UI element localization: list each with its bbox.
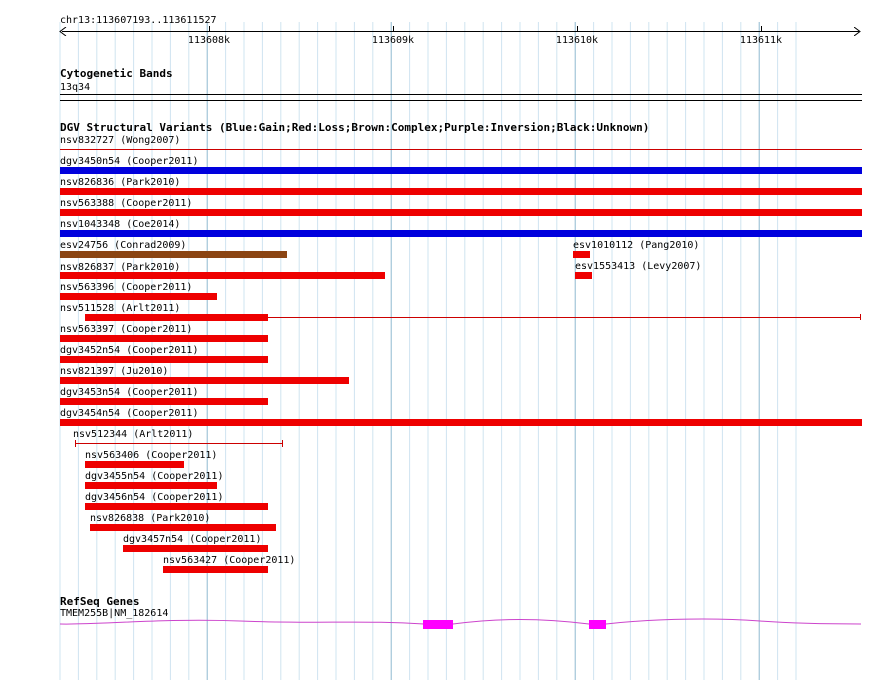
variant-loss-bar[interactable] (85, 503, 268, 510)
variant-label: nsv826836 (Park2010) (60, 177, 181, 188)
variant-label: esv1010112 (Pang2010) (573, 240, 700, 251)
gene-exon (423, 620, 453, 629)
variant-label: dgv3457n54 (Cooper2011) (123, 534, 262, 545)
variant-loss-bar[interactable] (85, 314, 268, 321)
ruler-axis (62, 31, 859, 32)
dgv-track-title: DGV Structural Variants (Blue:Gain;Red:L… (60, 121, 650, 134)
variant-label: dgv3450n54 (Cooper2011) (60, 156, 199, 167)
variant-label: dgv3454n54 (Cooper2011) (60, 408, 199, 419)
variant-label: nsv832727 (Wong2007) (60, 135, 181, 146)
variant-label: nsv512344 (Arlt2011) (73, 429, 194, 440)
variant-line-end (75, 440, 76, 447)
variant-loss-bar[interactable] (60, 398, 268, 405)
variant-loss-bar[interactable] (60, 188, 862, 195)
variant-loss-bar[interactable] (573, 251, 590, 258)
variant-complex-bar[interactable] (60, 251, 287, 258)
variant-label: nsv511528 (Arlt2011) (60, 303, 181, 314)
variant-loss-bar[interactable] (60, 209, 862, 216)
cytoband-line-top (60, 94, 862, 95)
variant-loss-bar[interactable] (85, 482, 217, 489)
variant-label: dgv3452n54 (Cooper2011) (60, 345, 199, 356)
ruler[interactable]: 113608k 113609k 113610k 113611k (0, 0, 890, 50)
ruler-label: 113610k (555, 35, 599, 46)
variant-label: nsv821397 (Ju2010) (60, 366, 169, 377)
variant-label: nsv563397 (Cooper2011) (60, 324, 193, 335)
variant-gain-bar[interactable] (60, 167, 862, 174)
variant-loss-bar[interactable] (60, 419, 862, 426)
ruler-label: 113608k (187, 35, 231, 46)
cytoband-track-title: Cytogenetic Bands (60, 67, 173, 80)
variant-loss-bar[interactable] (123, 545, 268, 552)
ruler-tick (761, 26, 762, 32)
cytoband-label: 13q34 (60, 82, 91, 93)
ruler-label: 113609k (371, 35, 415, 46)
variant-label: dgv3456n54 (Cooper2011) (85, 492, 224, 503)
variant-loss-bar[interactable] (60, 377, 349, 384)
ruler-label: 113611k (739, 35, 783, 46)
variant-loss-bar[interactable] (60, 272, 385, 279)
variant-line[interactable] (75, 443, 283, 444)
variant-label: esv1553413 (Levy2007) (575, 261, 702, 272)
cytoband-line-bottom (60, 100, 862, 101)
ruler-tick (577, 26, 578, 32)
variant-line[interactable] (268, 317, 861, 318)
variant-loss-bar[interactable] (575, 272, 592, 279)
gene-model[interactable] (0, 612, 890, 636)
variant-label: esv24756 (Conrad2009) (60, 240, 187, 251)
variant-label: nsv563406 (Cooper2011) (85, 450, 218, 461)
variant-loss-bar[interactable] (85, 461, 184, 468)
ruler-tick (209, 26, 210, 32)
variant-line-end (860, 314, 861, 320)
variant-loss-bar[interactable] (90, 524, 276, 531)
variant-label: nsv826838 (Park2010) (90, 513, 211, 524)
gene-exon (589, 620, 606, 629)
variant-label: dgv3453n54 (Cooper2011) (60, 387, 199, 398)
variant-label: nsv563396 (Cooper2011) (60, 282, 193, 293)
variant-label: dgv3455n54 (Cooper2011) (85, 471, 224, 482)
ruler-right-arrow (854, 27, 861, 36)
variant-loss-bar[interactable] (60, 293, 217, 300)
variant-loss-bar[interactable] (60, 335, 268, 342)
variant-label: nsv563388 (Cooper2011) (60, 198, 193, 209)
ruler-left-arrow (59, 27, 67, 36)
variant-loss-bar[interactable] (60, 356, 268, 363)
refseq-track-title: RefSeq Genes (60, 595, 140, 608)
variant-loss-bar[interactable] (163, 566, 268, 573)
variant-line[interactable] (60, 149, 862, 150)
variant-label: nsv1043348 (Coe2014) (60, 219, 181, 230)
variant-label: nsv563427 (Cooper2011) (163, 555, 296, 566)
variant-gain-bar[interactable] (60, 230, 862, 237)
ruler-tick (393, 26, 394, 32)
variant-line-end (282, 440, 283, 447)
